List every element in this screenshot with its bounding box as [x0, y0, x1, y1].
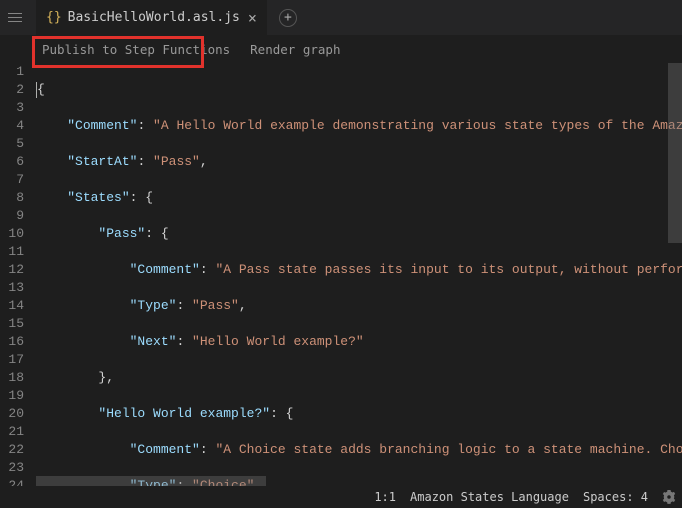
- scrollbar-thumb[interactable]: [36, 476, 266, 486]
- vertical-scrollbar[interactable]: [668, 63, 682, 476]
- status-bar: 1:1 Amazon States Language Spaces: 4: [0, 486, 682, 508]
- indent-setting[interactable]: Spaces: 4: [583, 490, 648, 504]
- gear-icon[interactable]: [662, 490, 676, 504]
- line-gutter: 1234 5678 9101112 13141516 17181920 2122…: [0, 63, 36, 486]
- publish-link[interactable]: Publish to Step Functions: [42, 42, 230, 57]
- code-content[interactable]: { "Comment": "A Hello World example demo…: [36, 63, 682, 486]
- menu-icon[interactable]: [8, 8, 28, 28]
- render-graph-link[interactable]: Render graph: [250, 42, 340, 57]
- tab-filename: BasicHelloWorld.asl.js: [68, 10, 240, 25]
- editor-tab[interactable]: {} BasicHelloWorld.asl.js ×: [36, 0, 267, 35]
- code-editor[interactable]: 1234 5678 9101112 13141516 17181920 2122…: [0, 63, 682, 486]
- language-mode[interactable]: Amazon States Language: [410, 490, 569, 504]
- scrollbar-thumb[interactable]: [668, 63, 682, 243]
- close-icon[interactable]: ×: [248, 9, 257, 27]
- title-bar: {} BasicHelloWorld.asl.js × +: [0, 0, 682, 35]
- add-tab-button[interactable]: +: [279, 9, 297, 27]
- json-icon: {}: [46, 10, 62, 25]
- cursor-position[interactable]: 1:1: [374, 490, 396, 504]
- action-bar: Publish to Step Functions Render graph: [0, 35, 682, 63]
- horizontal-scrollbar[interactable]: [36, 476, 668, 486]
